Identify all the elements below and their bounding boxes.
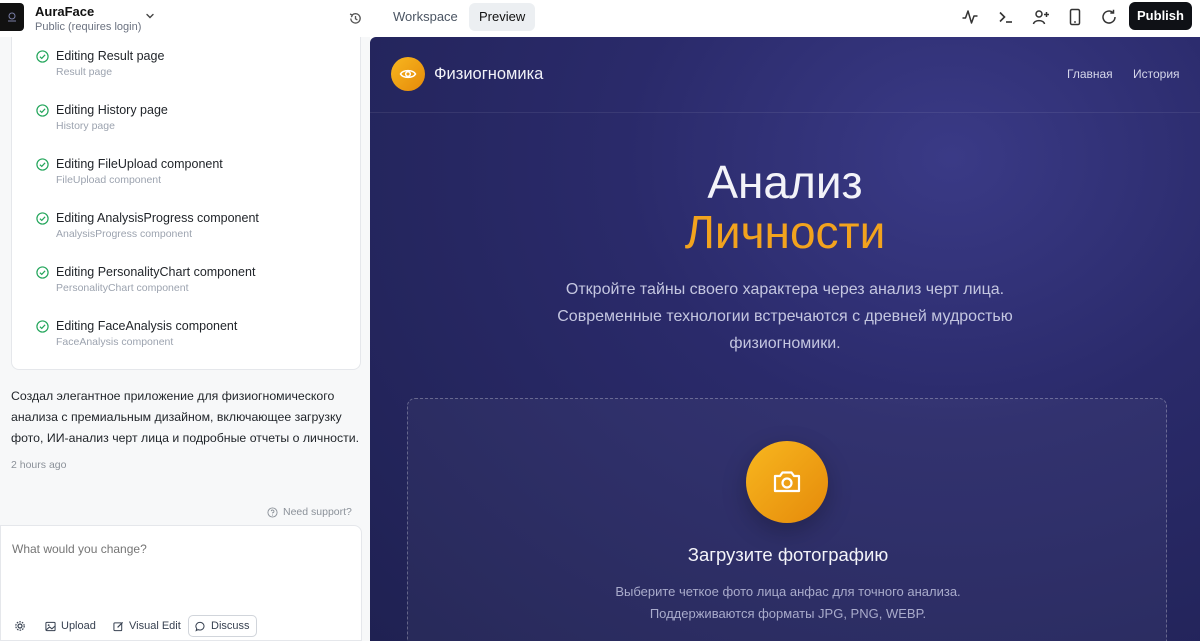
app-logo[interactable] — [0, 3, 24, 31]
tab-workspace[interactable]: Workspace — [383, 3, 468, 31]
step-subtitle: History page — [56, 120, 115, 132]
support-label: Need support? — [283, 506, 352, 518]
assistant-message: Создал элегантное приложение для физиогн… — [11, 389, 360, 445]
site-brand[interactable]: Физиогномика — [434, 65, 543, 84]
hero-title-line1: Анализ — [707, 156, 863, 208]
step-subtitle: FileUpload component — [56, 174, 162, 186]
add-user-icon[interactable] — [1030, 6, 1052, 28]
app-visibility: Public (requires login) — [35, 21, 142, 33]
hero-description: Откройте тайны своего характера через ан… — [557, 281, 1013, 352]
step-subtitle: AnalysisProgress component — [56, 228, 192, 240]
upload-button[interactable]: Upload — [41, 615, 100, 637]
check-circle-icon — [36, 104, 49, 117]
refresh-icon[interactable] — [1098, 6, 1120, 28]
chevron-down-icon[interactable] — [143, 9, 157, 23]
upload-description-line1: Выберите четкое фото лица анфас для точн… — [615, 584, 961, 599]
step-subtitle: FaceAnalysis component — [56, 336, 174, 348]
settings-button[interactable] — [10, 615, 30, 637]
activity-icon[interactable] — [959, 6, 981, 28]
upload-description: Выберите четкое фото лица анфас для точн… — [408, 581, 1168, 625]
mobile-icon[interactable] — [1064, 6, 1086, 28]
step-subtitle: Result page — [56, 66, 113, 78]
step-title: Editing Result page — [56, 49, 165, 63]
history-icon[interactable] — [345, 8, 365, 28]
edit-icon — [113, 621, 124, 631]
terminal-icon[interactable] — [995, 6, 1017, 28]
app-logo-icon — [8, 12, 16, 22]
discuss-button[interactable]: Discuss — [188, 615, 257, 637]
discuss-label: Discuss — [211, 620, 250, 632]
check-circle-icon — [36, 320, 49, 333]
eye-icon[interactable] — [391, 57, 425, 91]
step-title: Editing FileUpload component — [56, 157, 223, 171]
step-title: Editing History page — [56, 103, 168, 117]
nav-link-home[interactable]: Главная — [1067, 67, 1113, 81]
site-header: Физиогномика Главная История — [370, 37, 1200, 113]
top-bar: AuraFace Public (requires login) Workspa… — [0, 0, 1200, 37]
nav-link-history[interactable]: История — [1133, 67, 1180, 81]
visual-edit-button[interactable]: Visual Edit — [109, 615, 185, 637]
visual-edit-label: Visual Edit — [129, 620, 181, 632]
check-circle-icon — [36, 212, 49, 225]
chat-panel: Editing Result page Result page Editing … — [0, 37, 370, 641]
check-circle-icon — [36, 266, 49, 279]
photo-upload-dropzone[interactable]: Загрузите фотографию Выберите четкое фот… — [407, 398, 1167, 641]
publish-button[interactable]: Publish — [1129, 2, 1192, 30]
check-circle-icon — [36, 50, 49, 63]
support-link[interactable]: Need support? — [267, 506, 352, 518]
app-name: AuraFace — [35, 4, 95, 19]
upload-label: Upload — [61, 620, 96, 632]
image-icon — [45, 621, 56, 631]
chat-bubble-icon — [195, 621, 205, 631]
composer: Upload Visual Edit Discuss — [0, 525, 362, 641]
message-timestamp: 2 hours ago — [11, 459, 67, 471]
steps-card: Editing Result page Result page Editing … — [11, 37, 361, 370]
check-circle-icon — [36, 158, 49, 171]
tab-preview[interactable]: Preview — [469, 3, 536, 31]
step-title: Editing FaceAnalysis component — [56, 319, 238, 333]
upload-title: Загрузите фотографию — [687, 544, 889, 565]
step-subtitle: PersonalityChart component — [56, 282, 189, 294]
change-request-input[interactable] — [12, 542, 332, 556]
upload-description-line2: Поддерживаются форматы JPG, PNG, WEBP. — [649, 606, 927, 621]
camera-icon[interactable] — [746, 441, 828, 523]
step-title: Editing PersonalityChart component — [56, 265, 256, 279]
gear-icon — [15, 621, 25, 631]
hero-title-line2: Личности — [684, 206, 886, 258]
step-title: Editing AnalysisProgress component — [56, 211, 259, 225]
app-preview: Физиогномика Главная История Анализ Личн… — [370, 37, 1200, 641]
help-circle-icon — [267, 506, 278, 518]
